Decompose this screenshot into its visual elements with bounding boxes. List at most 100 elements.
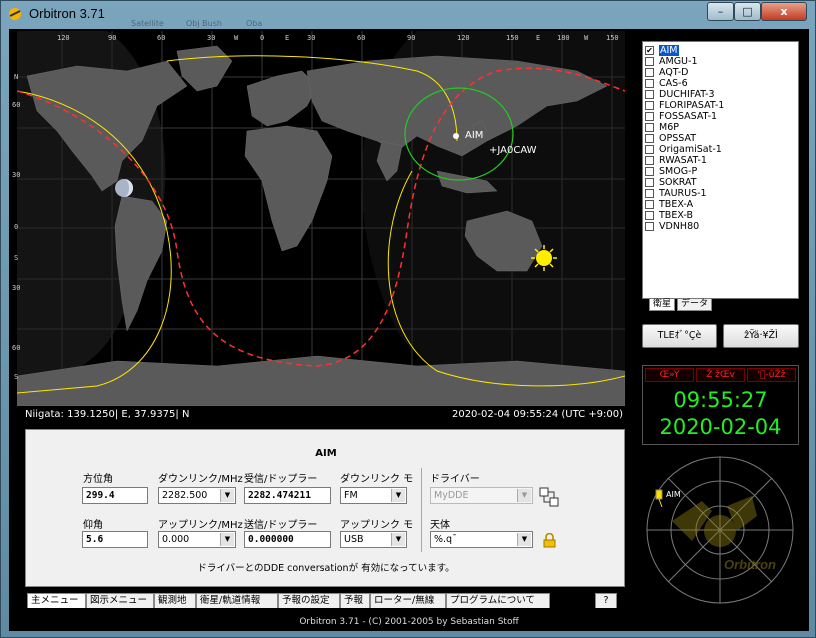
driver-label: ドライバー (430, 474, 480, 485)
station-label: +JA0CAW (489, 145, 537, 156)
uplink-mode-value: USB (344, 534, 364, 545)
title-bar: Orbitron 3.71 Satellite Obj Bush Oba – □… (1, 1, 815, 28)
close-button[interactable]: x (761, 2, 807, 21)
ghost-label: Satellite (131, 19, 164, 28)
clock-mode-sim[interactable]: Ž žŒv (696, 368, 745, 382)
lon-tick: W (234, 34, 239, 42)
azimuth-field[interactable]: 299.4 (82, 487, 148, 504)
tle-update-button[interactable]: TLEｵﾞ°Çè (642, 324, 717, 348)
driver-config-icon[interactable] (539, 487, 559, 507)
satellite-checkbox[interactable] (645, 68, 654, 77)
world-map[interactable]: AIM +JA0CAW (17, 31, 625, 406)
uplink-mode-label: アップリンク モ (340, 520, 414, 531)
satellite-checkbox[interactable] (645, 167, 654, 176)
satellite-checkbox[interactable] (645, 200, 654, 209)
clock-mode-stop[interactable]: 'ﾟ-ûŽž (747, 368, 796, 382)
tab-data[interactable]: データ (677, 299, 713, 311)
lon-tick: 90 (108, 34, 117, 42)
satellite-checkbox[interactable] (645, 123, 654, 132)
lat-tick: 30 (12, 284, 21, 292)
satellite-marker[interactable] (453, 133, 459, 139)
clock-time: 09:55:27 (673, 388, 768, 412)
satellite-name: FOSSASAT-1 (659, 111, 718, 122)
lon-tick: 90 (407, 34, 416, 42)
satellite-checkbox[interactable] (645, 178, 654, 187)
tab-help[interactable]: ? (595, 593, 617, 608)
satellite-checkbox[interactable] (645, 156, 654, 165)
lat-tick: 60 (12, 344, 21, 352)
observer-location: Niigata: 139.1250| E, 37.9375| N (25, 409, 190, 420)
satellite-name: SMOG-P (659, 166, 698, 177)
elevation-field[interactable]: 5.6 (82, 531, 148, 548)
clock-mode-now[interactable]: Œ»Ý (645, 368, 694, 382)
tab-main-menu[interactable]: 主メニュー (27, 593, 86, 608)
uplink-select[interactable]: 0.000 ▼ (158, 531, 236, 548)
secondary-button[interactable]: ẑŸä·¥ŽÌ (723, 324, 799, 348)
satellite-checkbox[interactable]: ✔ (645, 46, 654, 55)
lon-tick: E (536, 34, 541, 42)
map-datetime: 2020-02-04 09:55:24 (UTC +9:00) (451, 409, 623, 420)
chevron-down-icon: ▼ (220, 489, 234, 502)
downlink-mode-select[interactable]: FM ▼ (340, 487, 407, 504)
window-title: Orbitron 3.71 (29, 6, 105, 21)
lat-tick: 60 (12, 101, 21, 109)
tab-location[interactable]: 観測地 (154, 593, 196, 608)
radar-canvas: Orbitron (642, 451, 799, 608)
tab-rotor-radio[interactable]: ローター/無線 (370, 593, 446, 608)
map-status-line: Niigata: 139.1250| E, 37.9375| N 2020-02… (17, 406, 625, 424)
satellite-checkbox[interactable] (645, 211, 654, 220)
clock-panel: Œ»Ý Ž žŒv 'ﾟ-ûŽž 09:55:27 2020-02-04 (642, 365, 799, 445)
radar-sat-label: AIM (666, 490, 681, 499)
tab-graphics-menu[interactable]: 図示メニュー (86, 593, 154, 608)
copyright-footer: Orbitron 3.71 - (C) 2001-2005 by Sebasti… (299, 617, 519, 627)
satellite-name: M6P (659, 122, 679, 133)
downlink-mode-label: ダウンリンク モ (340, 474, 414, 485)
satellite-checkbox[interactable] (645, 57, 654, 66)
satellite-checkbox[interactable] (645, 134, 654, 143)
radar-view[interactable]: Orbitron AIM (642, 451, 799, 608)
satellite-name: CAS-6 (659, 78, 688, 89)
lon-tick: 30 (207, 34, 216, 42)
satellite-checkbox[interactable] (645, 101, 654, 110)
satellite-checkbox[interactable] (645, 112, 654, 121)
main-tab-strip: 主メニュー 図示メニュー 観測地 衛星/軌道情報 予報の設定 予報 ローター/無… (25, 593, 625, 609)
lon-tick: W (584, 34, 589, 42)
tab-satellites[interactable]: 衛星 (649, 299, 676, 311)
driver-select[interactable]: MyDDE ▼ (430, 487, 533, 504)
satellite-name: AQT-D (659, 67, 689, 78)
maximize-button[interactable]: □ (734, 2, 761, 21)
object-select[interactable]: %.q¯ ▼ (430, 531, 533, 548)
satellite-checkbox[interactable] (645, 189, 654, 198)
downlink-select[interactable]: 2282.500 ▼ (158, 487, 236, 504)
satellite-checkbox[interactable] (645, 145, 654, 154)
downlink-mode-value: FM (344, 490, 358, 501)
divider (421, 468, 422, 552)
tx-doppler-field[interactable]: 0.000000 (244, 531, 331, 548)
map-canvas (17, 31, 625, 406)
object-value: %.q¯ (434, 534, 457, 545)
satellite-checkbox[interactable] (645, 222, 654, 231)
lon-tick: 120 (57, 34, 70, 42)
rx-doppler-field[interactable]: 2282.474211 (244, 487, 331, 504)
satellite-checkbox[interactable] (645, 79, 654, 88)
chevron-down-icon: ▼ (517, 489, 531, 502)
satellite-name: OrigamiSat-1 (659, 144, 722, 155)
azimuth-label: 方位角 (83, 474, 113, 485)
tab-satellite-info[interactable]: 衛星/軌道情報 (196, 593, 278, 608)
satellite-list[interactable]: ✔ AIM AMGU-1 AQT-D CAS-6 DUCHIFAT-3 FLORIPASAT… (642, 41, 799, 299)
lon-tick: 0 (260, 34, 265, 42)
lon-tick: E (285, 34, 290, 42)
minimize-button[interactable]: – (707, 2, 734, 21)
tab-prediction-settings[interactable]: 予報の設定 (278, 593, 340, 608)
uplink-mode-select[interactable]: USB ▼ (340, 531, 407, 548)
satellite-info-panel: AIM 方位角 ダウンリンク/MHz 受信/ドップラー ダウンリンク モ ドライ… (25, 429, 625, 587)
satellite-name: TAURUS-1 (659, 188, 707, 199)
tab-about[interactable]: プログラムについて (446, 593, 550, 608)
dde-status-text: ドライバーとのDDE conversationが 有効になっています。 (197, 563, 455, 574)
satellite-checkbox[interactable] (645, 90, 654, 99)
lat-tick: S (14, 373, 19, 381)
lat-tick: S (14, 254, 19, 262)
tab-prediction[interactable]: 予報 (340, 593, 370, 608)
lock-icon[interactable] (543, 533, 556, 548)
lon-tick: 120 (457, 34, 470, 42)
